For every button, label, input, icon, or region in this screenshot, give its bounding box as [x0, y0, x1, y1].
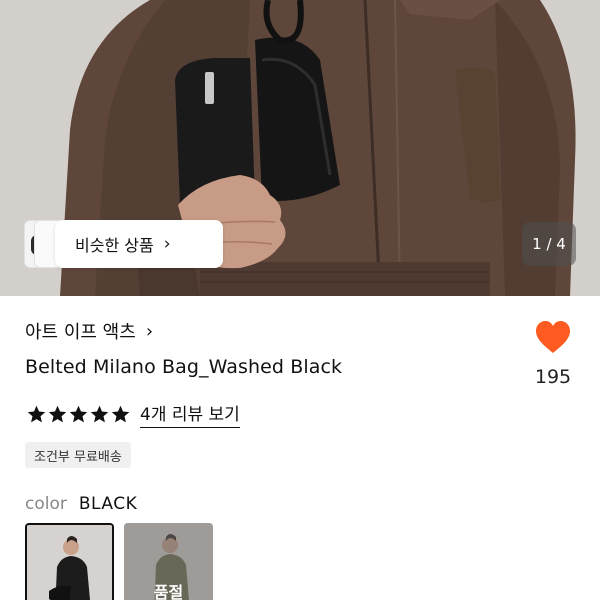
similar-products-pill[interactable]: 비슷한 상품 ›: [24, 220, 223, 268]
swatch-photo: [27, 525, 112, 600]
brand-link[interactable]: 아트 이프 액츠 ›: [25, 318, 153, 344]
like-count: 195: [534, 366, 572, 388]
heart-icon[interactable]: [533, 318, 573, 358]
product-image-gallery[interactable]: 비슷한 상품 › 1 / 4: [0, 0, 600, 296]
gallery-pager: 1 / 4: [522, 222, 576, 266]
star-icon: [111, 405, 130, 422]
chevron-right-icon: ›: [145, 320, 154, 342]
star-icon: [27, 405, 46, 422]
chevron-right-icon: ›: [163, 234, 171, 254]
similar-products-button[interactable]: 비슷한 상품 ›: [55, 220, 223, 268]
star-icon: [90, 405, 109, 422]
color-option-row: color BLACK: [25, 494, 137, 514]
soldout-label: 품절: [153, 583, 184, 600]
star-icon: [69, 405, 88, 422]
color-value: BLACK: [78, 494, 138, 514]
color-swatch-soldout[interactable]: 품절: [124, 523, 213, 600]
shipping-badge: 조건부 무료배송: [25, 442, 131, 468]
product-title: Belted Milano Bag_Washed Black: [25, 356, 343, 378]
color-label: color: [25, 494, 67, 514]
color-swatch-selected[interactable]: [25, 523, 114, 600]
similar-products-label: 비슷한 상품: [75, 236, 154, 255]
star-icon: [48, 405, 67, 422]
review-link[interactable]: 4개 리뷰 보기: [140, 400, 240, 428]
rating-stars: [26, 404, 131, 425]
rating-row: 4개 리뷰 보기: [26, 400, 240, 428]
brand-name: 아트 이프 액츠: [25, 322, 136, 343]
